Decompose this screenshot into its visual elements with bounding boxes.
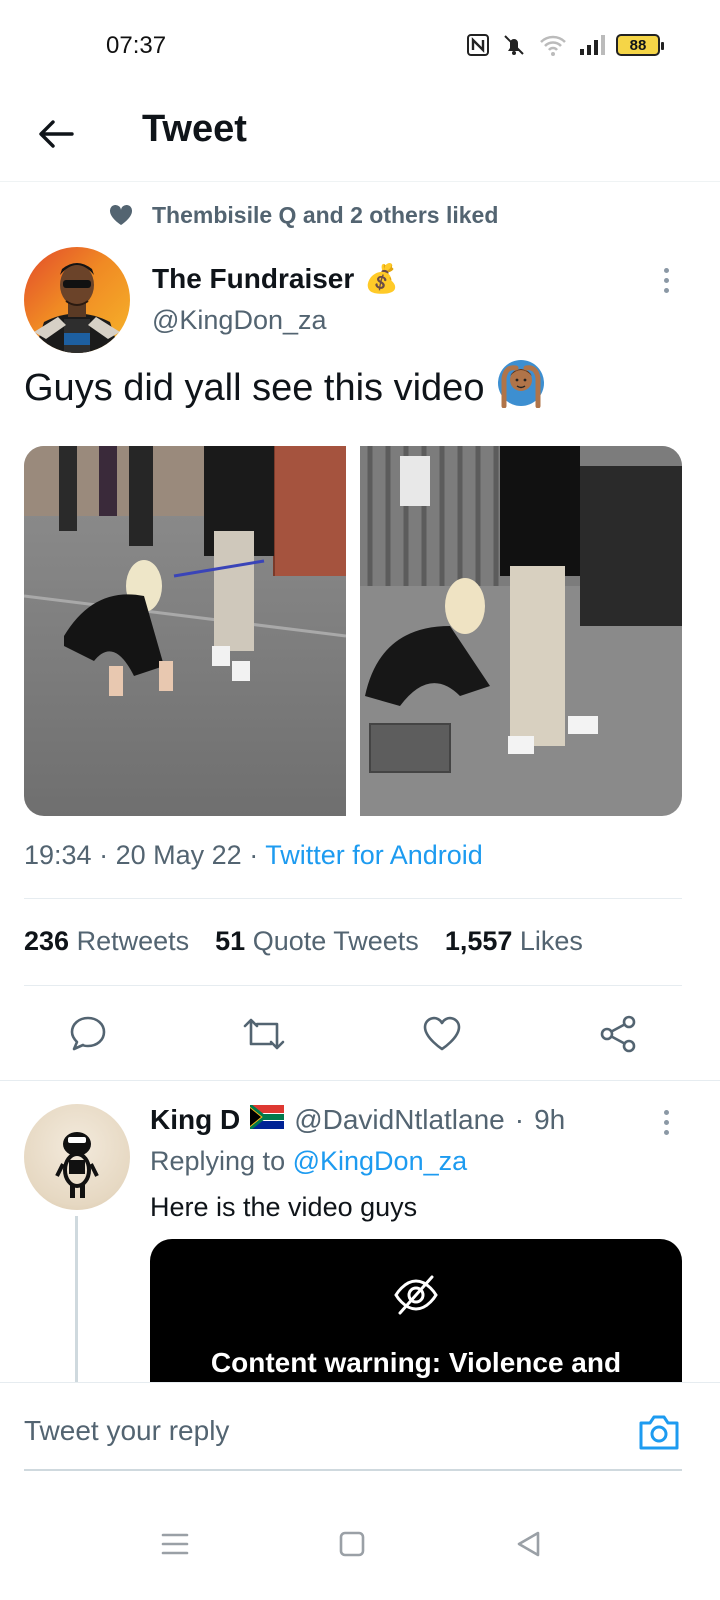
menu-icon xyxy=(161,1533,189,1555)
system-back-button[interactable] xyxy=(508,1524,548,1564)
reply-input[interactable]: Tweet your reply xyxy=(24,1415,229,1447)
arrow-left-icon xyxy=(39,120,74,148)
author-display-name: The Fundraiser xyxy=(152,262,355,294)
tweet-media[interactable] xyxy=(24,446,682,816)
reply-more-options-button[interactable] xyxy=(650,1104,682,1140)
page-title: Tweet xyxy=(142,108,247,150)
signal-icon xyxy=(578,33,606,57)
reply-age: 9h xyxy=(534,1104,566,1135)
comment-icon xyxy=(70,1016,106,1051)
tweet-text: Guys did yall see this video xyxy=(24,358,546,418)
money-bag-emoji: 💰 xyxy=(364,263,400,294)
camera-icon xyxy=(639,1415,679,1450)
more-dots-icon xyxy=(663,1109,669,1115)
share-button[interactable] xyxy=(596,1012,640,1056)
heart-filled-icon xyxy=(109,204,133,225)
system-nav-bar xyxy=(0,1494,720,1600)
quote-tweets-stat[interactable]: 51 Quote Tweets xyxy=(215,926,419,957)
wifi-icon xyxy=(538,33,568,57)
author-handle[interactable]: @KingDon_za xyxy=(152,305,327,336)
divider xyxy=(24,898,682,899)
tweet-actions xyxy=(0,1000,720,1066)
mute-icon xyxy=(500,33,528,57)
heart-icon xyxy=(423,1016,461,1051)
battery-icon: 88 xyxy=(616,34,664,56)
nfc-icon xyxy=(466,33,490,57)
reply-header[interactable]: King D @DavidNtlatlane · 9h xyxy=(150,1103,566,1136)
retweet-button[interactable] xyxy=(242,1012,286,1056)
reply-avatar[interactable] xyxy=(24,1104,130,1210)
content-warning-text: Content warning: Violence and xyxy=(210,1347,622,1378)
back-triangle-icon xyxy=(517,1531,540,1557)
status-bar: 07:37 88 xyxy=(0,0,720,90)
like-button[interactable] xyxy=(420,1012,464,1056)
tweet-source-link[interactable]: Twitter for Android xyxy=(265,840,483,870)
social-context[interactable]: Thembisile Q and 2 others liked xyxy=(108,200,498,230)
replying-to: Replying to @KingDon_za xyxy=(150,1146,468,1176)
media-image-1[interactable] xyxy=(24,446,346,816)
reply-composer: Tweet your reply xyxy=(0,1382,720,1494)
south-africa-flag-icon xyxy=(249,1103,285,1136)
social-context-text: Thembisile Q and 2 others liked xyxy=(152,201,499,228)
replying-to-mention[interactable]: @KingDon_za xyxy=(293,1146,468,1176)
author-name[interactable]: The Fundraiser 💰 xyxy=(152,262,399,295)
eye-slash-icon xyxy=(394,1275,438,1315)
reply-text: Here is the video guys xyxy=(150,1192,418,1222)
divider xyxy=(0,1080,720,1081)
status-icons: 88 xyxy=(466,32,664,58)
retweet-icon xyxy=(243,1018,285,1050)
composer-underline xyxy=(24,1469,682,1471)
tweet-date: 20 May 22 xyxy=(115,840,242,870)
home-button[interactable] xyxy=(332,1524,372,1564)
camera-button[interactable] xyxy=(636,1409,682,1455)
menu-button[interactable] xyxy=(155,1524,195,1564)
reply-author-name: King D xyxy=(150,1104,241,1135)
media-image-2[interactable] xyxy=(360,446,682,816)
author-avatar[interactable] xyxy=(24,247,130,353)
tweet-stats: 236 Retweets 51 Quote Tweets 1,557 Likes xyxy=(24,926,583,957)
likes-stat[interactable]: 1,557 Likes xyxy=(445,926,583,957)
thread-line xyxy=(75,1216,78,1386)
divider xyxy=(24,985,682,986)
back-button[interactable] xyxy=(28,106,84,162)
top-app-bar: Tweet xyxy=(0,90,720,182)
more-dots-icon xyxy=(663,267,669,273)
reply-button[interactable] xyxy=(66,1012,110,1056)
tweet-body: Guys did yall see this video xyxy=(24,366,485,409)
reply-author-handle: @DavidNtlatlane xyxy=(294,1104,505,1135)
more-options-button[interactable] xyxy=(650,262,682,298)
tweet-time: 19:34 xyxy=(24,840,92,870)
retweets-stat[interactable]: 236 Retweets xyxy=(24,926,189,957)
gesture-emoji xyxy=(496,358,546,418)
home-square-icon xyxy=(339,1531,365,1557)
share-icon xyxy=(600,1015,636,1053)
status-time: 07:37 xyxy=(106,32,167,59)
tweet-meta: 19:34 · 20 May 22 · Twitter for Android xyxy=(24,840,483,870)
